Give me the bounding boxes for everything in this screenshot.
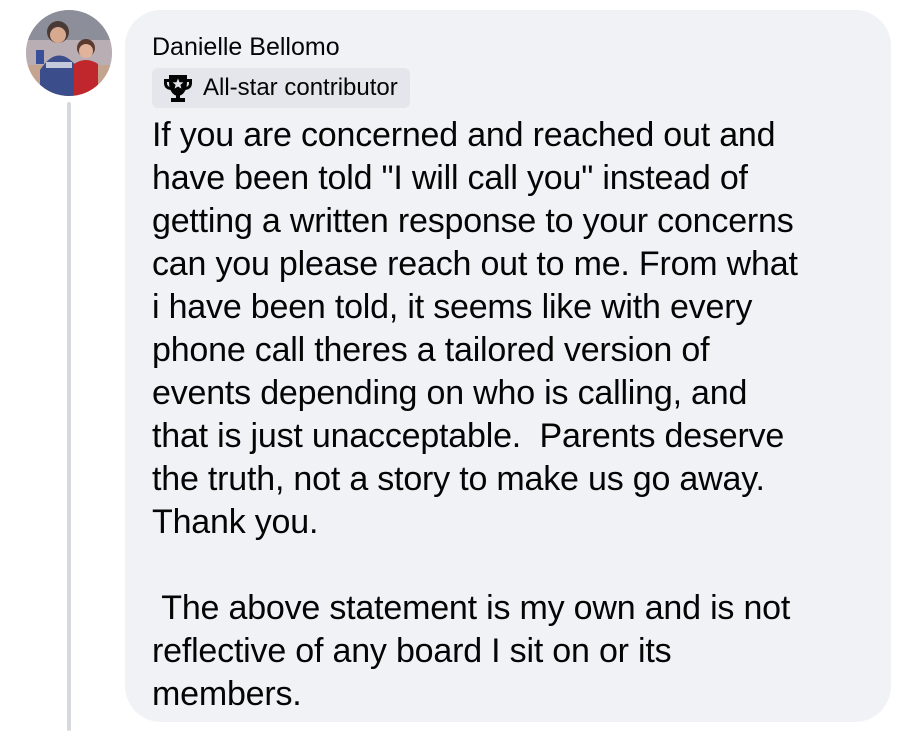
contributor-badge[interactable]: All-star contributor [152, 68, 410, 108]
comment-body: If you are concerned and reached out and… [152, 116, 798, 541]
comment-disclaimer: The above statement is my own and is not… [152, 589, 791, 713]
avatar[interactable] [26, 10, 112, 96]
comment: Danielle Bellomo All-star contributor If… [0, 0, 922, 731]
comment-bubble: Danielle Bellomo All-star contributor If… [125, 10, 891, 722]
author-name[interactable]: Danielle Bellomo [152, 30, 865, 64]
trophy-star-icon [161, 71, 195, 105]
badge-label: All-star contributor [203, 74, 398, 101]
avatar-photo [26, 10, 112, 96]
thread-line [67, 102, 71, 731]
